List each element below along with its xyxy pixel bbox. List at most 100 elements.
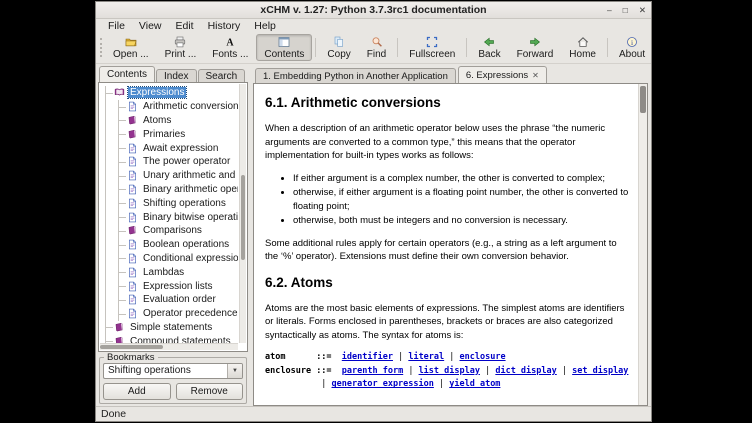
tab-contents[interactable]: Contents [99, 66, 155, 82]
document-vertical-scrollbar[interactable] [638, 84, 647, 405]
toolbar-button-label: Find [367, 49, 386, 60]
status-text: Done [101, 408, 126, 420]
bookmark-combobox[interactable]: Shifting operations ▼ [103, 363, 243, 379]
tree-vertical-scrollbar[interactable] [239, 84, 246, 343]
maximize-button[interactable]: □ [623, 6, 628, 15]
tree-item-label: Arithmetic conversions [141, 101, 238, 112]
open-button[interactable]: Open ... [105, 34, 157, 61]
tree-item[interactable]: Atoms [119, 114, 238, 128]
paragraph: When a description of an arithmetic oper… [265, 122, 631, 162]
grammar-token: | [265, 379, 332, 389]
doc-link[interactable]: generator_expression [332, 379, 434, 389]
page-icon [127, 212, 138, 223]
close-button[interactable]: ✕ [639, 6, 646, 15]
menu-help[interactable]: Help [247, 20, 283, 32]
tree-item-label: Comparisons [141, 225, 204, 236]
toolbar-separator [315, 38, 316, 57]
back-button[interactable]: Back [470, 34, 508, 61]
bookmarks-label: Bookmarks [104, 352, 158, 363]
tree-item[interactable]: Lambdas [119, 265, 238, 279]
tree-item[interactable]: Unary arithmetic and bitwis [119, 169, 238, 183]
tree-children: Arithmetic conversions AtomsPrimaries Awai… [118, 100, 238, 321]
tree-item[interactable]: Await expression [119, 141, 238, 155]
toolbar-drag-handle[interactable] [100, 38, 102, 57]
tree-item[interactable]: Comparisons [119, 224, 238, 238]
tab-index[interactable]: Index [156, 69, 196, 82]
tree-item[interactable]: Shifting operations [119, 196, 238, 210]
tree-item[interactable]: The power operator [119, 155, 238, 169]
about-button[interactable]: iAbout [611, 34, 653, 61]
grammar-token: | [393, 352, 408, 362]
doc-link[interactable]: identifier [342, 352, 393, 362]
tree-item[interactable]: Evaluation order [119, 293, 238, 307]
document-panel: 1. Embedding Python in Another Applicati… [253, 65, 648, 406]
remove-bookmark-button[interactable]: Remove [176, 383, 244, 400]
doc-link[interactable]: enclosure [460, 352, 506, 362]
page-icon [127, 198, 138, 209]
add-bookmark-button[interactable]: Add [103, 383, 171, 400]
contents-button[interactable]: Contents [256, 34, 312, 61]
toolbar-button-label: Fonts ... [212, 49, 248, 60]
tree-item-label: Await expression [141, 143, 220, 154]
tree-item-label: Shifting operations [141, 198, 228, 209]
toolbar-button-label: Open ... [113, 49, 149, 60]
find-button[interactable]: Find [359, 34, 394, 61]
tree-item[interactable]: Boolean operations [119, 238, 238, 252]
tree-horizontal-scrollbar[interactable] [100, 343, 238, 350]
page-icon [127, 294, 138, 305]
tree-item[interactable]: Expressions [106, 86, 238, 100]
page-icon [127, 239, 138, 250]
tree-item[interactable]: Primaries [119, 127, 238, 141]
home-button[interactable]: Home [561, 34, 604, 61]
arrow-back-icon [483, 36, 495, 48]
tree-item[interactable]: Conditional expressions [119, 252, 238, 266]
combobox-dropdown-button[interactable]: ▼ [227, 364, 242, 378]
tab-close-icon[interactable]: ✕ [532, 71, 539, 80]
doc-link[interactable]: parenth_form [342, 366, 403, 376]
scrollbar-thumb[interactable] [640, 86, 646, 113]
grammar-block: atom ::= identifier | literal | enclosur… [265, 351, 631, 392]
document-tabs: 1. Embedding Python in Another Applicati… [253, 65, 648, 83]
bullet-item: otherwise, both must be integers and no … [293, 214, 631, 227]
tree-item[interactable]: Operator precedence [119, 307, 238, 321]
document-content: 6.1. Arithmetic conversionsWhen a descri… [255, 85, 637, 404]
doc-link[interactable]: literal [408, 352, 444, 362]
toolbar-button-label: Copy [327, 49, 350, 60]
doc-link[interactable]: dict_display [495, 366, 556, 376]
menu-view[interactable]: View [132, 20, 169, 32]
svg-text:A: A [227, 38, 235, 48]
doc-link[interactable]: list_display [419, 366, 480, 376]
title-bar[interactable]: xCHM v. 1.27: Python 3.7.3rc1 documentat… [96, 2, 651, 19]
tree-item[interactable]: Binary bitwise operations [119, 210, 238, 224]
scrollbar-thumb[interactable] [241, 175, 245, 260]
print-button[interactable]: Print ... [157, 34, 205, 61]
sidebar: ContentsIndexSearch ExpressionsArithmeti… [98, 65, 248, 406]
doc-tab[interactable]: 6. Expressions✕ [458, 66, 547, 83]
fullscreen-button[interactable]: Fullscreen [401, 34, 463, 61]
menu-edit[interactable]: Edit [169, 20, 201, 32]
doc-link[interactable]: yield_atom [449, 379, 500, 389]
doc-link[interactable]: set_display [572, 366, 628, 376]
tree-item[interactable]: Compound statements [106, 334, 238, 343]
forward-button[interactable]: Forward [509, 34, 562, 61]
tree-item[interactable]: Binary arithmetic operation [119, 183, 238, 197]
menu-history[interactable]: History [201, 20, 248, 32]
tree-item[interactable]: Simple statements [106, 321, 238, 335]
doc-tab[interactable]: 1. Embedding Python in Another Applicati… [255, 68, 456, 83]
tree-item-label: Simple statements [128, 322, 214, 333]
toolbar-button-label: About [619, 49, 645, 60]
minimize-button[interactable]: – [607, 6, 612, 15]
section-heading: 6.2. Atoms [265, 273, 631, 292]
grammar-token: | [444, 352, 459, 362]
copy-button[interactable]: Copy [319, 34, 358, 61]
book-open-icon [114, 87, 125, 98]
menu-file[interactable]: File [101, 20, 132, 32]
tree-item[interactable]: Expression lists [119, 279, 238, 293]
fonts-button[interactable]: AFonts ... [204, 34, 256, 61]
scrollbar-thumb[interactable] [100, 345, 163, 349]
contents-tree: ExpressionsArithmetic conversions AtomsPr… [100, 84, 238, 343]
grammar-token: atom [265, 352, 316, 362]
paragraph: Atoms are the most basic elements of exp… [265, 302, 631, 342]
tab-search[interactable]: Search [198, 69, 246, 82]
tree-item[interactable]: Arithmetic conversions [119, 100, 238, 114]
